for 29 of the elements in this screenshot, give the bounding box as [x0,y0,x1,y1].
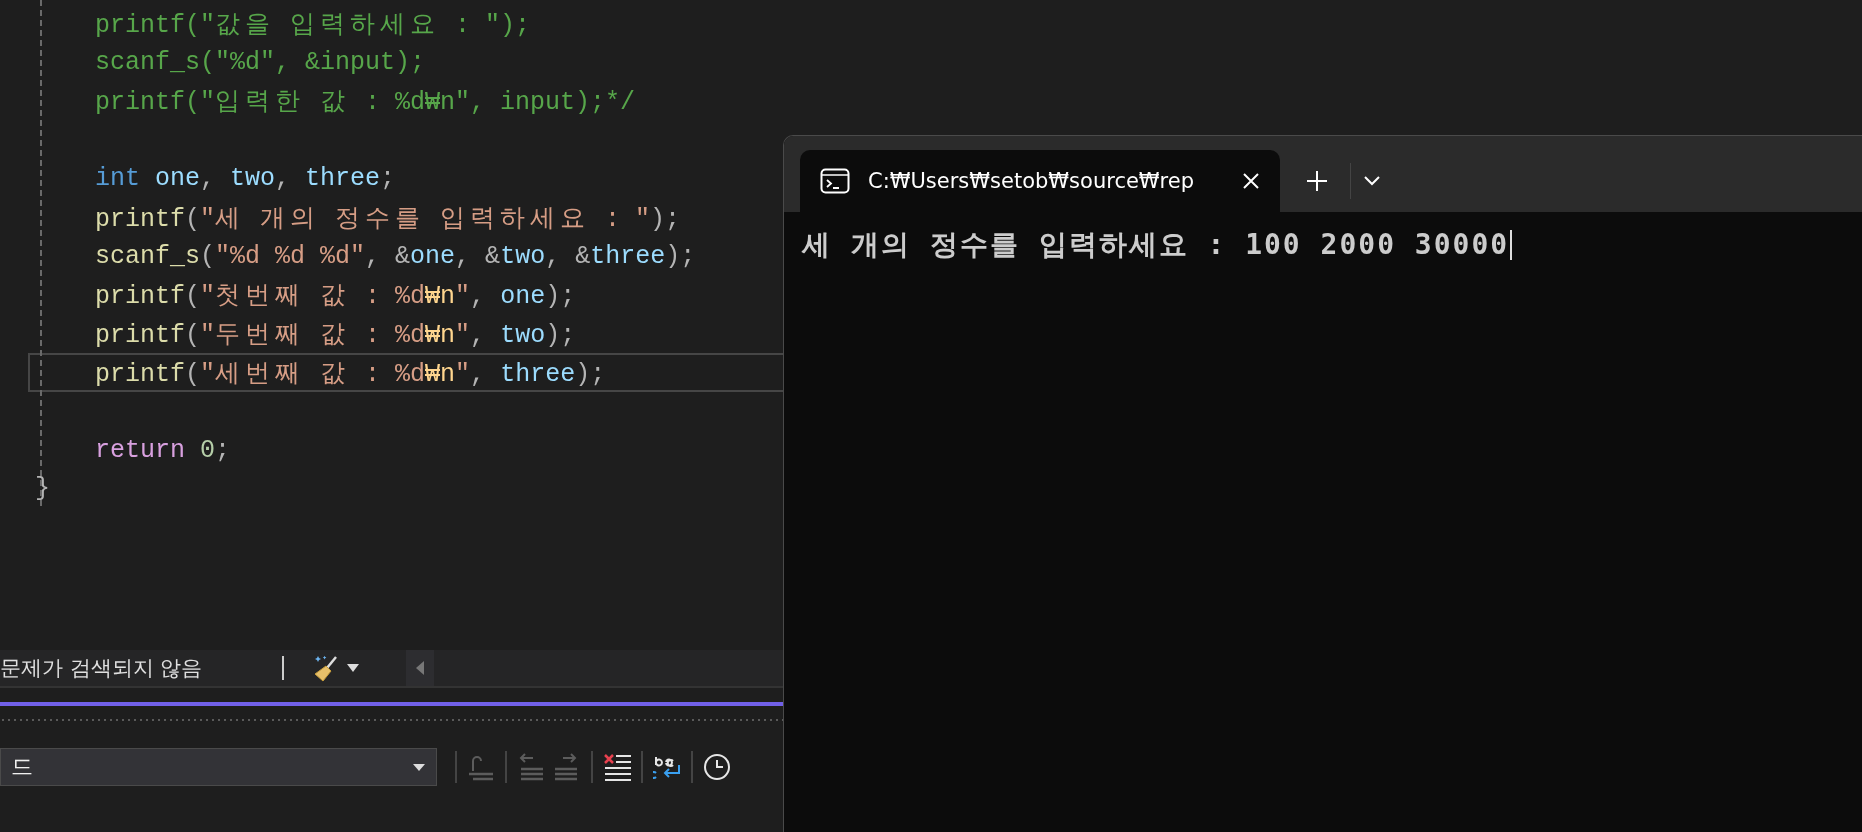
terminal-tab[interactable]: C:₩Users₩setob₩source₩rep [800,150,1280,212]
status-message: 문제가 검색되지 않음 [0,655,204,682]
dropdown-value: 드 [11,753,33,781]
code-line: printf("값을 입력하세요 : "); [94,9,531,40]
terminal-icon [820,168,850,194]
code-line: printf("세번째 값 : %d₩n", three); [94,359,606,390]
code-line: printf("세 개의 정수를 입력하세요 : "); [94,203,681,234]
broom-icon[interactable] [312,654,340,682]
output-source-dropdown[interactable]: 드 [0,748,437,786]
clock-button[interactable] [703,752,731,782]
text-cursor [1510,230,1513,260]
tab-title: C:₩Users₩setob₩source₩rep [868,169,1196,193]
code-line: } [34,474,50,504]
scroll-left-icon [415,660,425,676]
code-line: printf("첫번째 값 : %d₩n", one); [94,281,576,312]
code-line: printf("두번째 값 : %d₩n", two); [94,320,576,351]
clear-all-button[interactable] [603,752,631,782]
close-icon[interactable] [1242,172,1260,190]
terminal-output: 세 개의 정수를 입력하세요 : 100 2000 30000 [802,227,1510,263]
code-line: printf("입력한 값 : %d₩n", input);*/ [94,87,636,118]
chevron-down-icon[interactable] [1363,175,1381,187]
code-line: scanf_s("%d", &input); [94,47,426,77]
code-line: scanf_s("%d %d %d", &one, &two, &three); [94,241,696,271]
scroll-left-button[interactable] [406,650,434,686]
caret-icon [412,762,426,772]
code-line: return 0; [94,435,231,465]
code-line: int one, two, three; [94,164,396,194]
caret-icon[interactable] [346,663,360,673]
plus-icon[interactable] [1306,170,1328,192]
